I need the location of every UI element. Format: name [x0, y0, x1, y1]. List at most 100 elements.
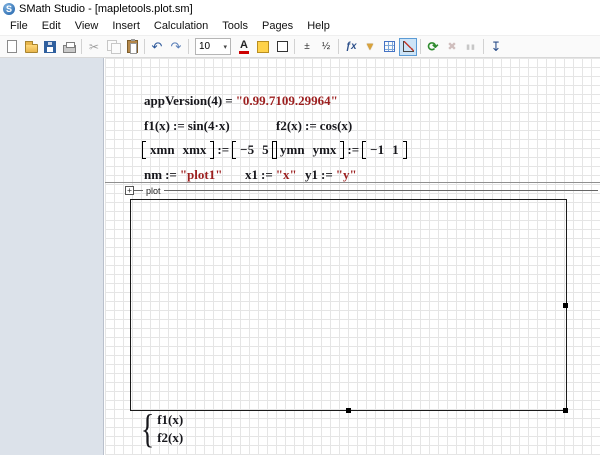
string-value: "x" [276, 167, 297, 183]
menu-help[interactable]: Help [300, 18, 337, 34]
save-button[interactable] [41, 38, 59, 56]
border-button[interactable] [273, 38, 291, 56]
area-separator-line [105, 182, 600, 183]
side-panel[interactable] [0, 58, 104, 455]
expression-rhs: sin(4·x) [188, 118, 230, 134]
toolbar-separator [294, 39, 295, 54]
matrix: xmnxmx [142, 141, 214, 159]
cut-button[interactable]: ✂ [85, 38, 103, 56]
expression-nm[interactable]: nm:="plot1" [144, 167, 222, 183]
redo-button[interactable]: ↷ [167, 38, 185, 56]
menu-calculation[interactable]: Calculation [147, 18, 215, 34]
function-fx-icon: ƒx [345, 41, 356, 52]
assign-operator: := [217, 142, 229, 158]
expression-f2[interactable]: f2(x):=cos(x) [276, 118, 352, 134]
resize-handle-right[interactable] [563, 303, 568, 308]
matrix-cell: xmx [183, 142, 207, 158]
right-bracket [340, 141, 344, 159]
matrix-cell: ymx [313, 142, 337, 158]
assign-operator: := [261, 167, 273, 183]
matrix: −5 5 [232, 141, 276, 159]
equals-operator: = [225, 93, 232, 109]
paste-button[interactable] [123, 38, 141, 56]
expression-plot-system[interactable]: { f1(x) f2(x) [138, 410, 183, 448]
insert-plot-button[interactable] [399, 38, 417, 56]
string-value: "0.99.7109.29964" [236, 93, 338, 109]
toolbar-separator [420, 39, 421, 54]
undo-button[interactable]: ↶ [148, 38, 166, 56]
window-title: SMath Studio - [mapletools.plot.sm] [19, 3, 193, 15]
menubar: File Edit View Insert Calculation Tools … [0, 17, 600, 35]
insert-matrix-button[interactable] [380, 38, 398, 56]
assign-operator: := [321, 167, 333, 183]
toolbar-separator [144, 39, 145, 54]
collapse-plot-button[interactable]: + [125, 186, 134, 195]
expression-rhs: cos(x) [320, 118, 353, 134]
redo-arrow-icon: ↷ [171, 39, 182, 55]
paste-clipboard-icon [127, 40, 138, 53]
menu-tools[interactable]: Tools [215, 18, 255, 34]
open-file-button[interactable] [22, 38, 40, 56]
down-arrow-icon: ↧ [491, 39, 502, 55]
worksheet-canvas[interactable]: appVersion(4)="0.99.7109.29964" f1(x):=s… [105, 58, 600, 455]
system-row-f2: f2(x) [157, 429, 183, 447]
open-folder-icon [25, 44, 38, 53]
expression-y1[interactable]: y1:="y" [305, 167, 357, 183]
system-brace: { [141, 410, 154, 448]
refresh-icon: ⟳ [428, 39, 439, 55]
matrix-cell: 5 [262, 142, 269, 158]
undo-arrow-icon: ↶ [152, 39, 163, 55]
background-color-button[interactable] [254, 38, 272, 56]
expression-f1[interactable]: f1(x):=sin(4·x) [144, 118, 230, 134]
assign-operator: := [347, 142, 359, 158]
menu-insert[interactable]: Insert [105, 18, 147, 34]
chevron-down-icon: ▾ [223, 43, 227, 51]
pause-button[interactable]: ▮▮ [462, 38, 480, 56]
region-line [164, 190, 598, 191]
resize-handle-bottom[interactable] [346, 408, 351, 413]
matrix-cell: −5 [240, 142, 254, 158]
toolbar: ✂ ↶ ↷ 10 ▾ A ± ½ ƒx ▼ ⟳ ✖ ▮▮ ↧ [0, 35, 600, 58]
assign-operator: := [165, 167, 177, 183]
plus-minus-icon: ± [304, 41, 310, 52]
menu-edit[interactable]: Edit [35, 18, 68, 34]
titlebar: S SMath Studio - [mapletools.plot.sm] [0, 0, 600, 17]
app-icon: S [3, 3, 15, 15]
collapsible-region-header: + plot [125, 185, 598, 196]
string-value: "y" [336, 167, 357, 183]
save-floppy-icon [44, 41, 56, 53]
new-document-button[interactable] [3, 38, 21, 56]
copy-button[interactable] [104, 38, 122, 56]
toolbar-separator [81, 39, 82, 54]
expression-xrange[interactable]: xmnxmx := −5 5 [142, 141, 277, 159]
expression-lhs: appVersion(4) [144, 93, 222, 109]
go-to-bottom-button[interactable]: ↧ [487, 38, 505, 56]
system-row-f1: f1(x) [157, 411, 183, 429]
insert-function-button[interactable]: ƒx [342, 38, 360, 56]
expression-appversion[interactable]: appVersion(4)="0.99.7109.29964" [144, 93, 338, 109]
print-button[interactable] [60, 38, 78, 56]
menu-file[interactable]: File [3, 18, 35, 34]
font-size-select[interactable]: 10 ▾ [195, 38, 231, 55]
funnel-icon: ▼ [365, 41, 376, 53]
menu-pages[interactable]: Pages [255, 18, 300, 34]
matrix: −11 [362, 141, 406, 159]
region-label: plot [143, 186, 164, 196]
matrix-cell: ymn [280, 142, 305, 158]
font-color-button[interactable]: A [235, 38, 253, 56]
menu-view[interactable]: View [68, 18, 106, 34]
recalculate-button[interactable]: ⟳ [424, 38, 442, 56]
interrupt-button[interactable]: ✖ [443, 38, 461, 56]
toolbar-separator [188, 39, 189, 54]
resize-handle-corner[interactable] [563, 408, 568, 413]
expression-yrange[interactable]: ymnymx := −11 [272, 141, 407, 159]
plus-minus-button[interactable]: ± [298, 38, 316, 56]
assign-operator: := [305, 118, 317, 134]
fraction-button[interactable]: ½ [317, 38, 335, 56]
expression-lhs: x1 [245, 167, 258, 183]
plot-region[interactable] [130, 199, 567, 411]
right-bracket [403, 141, 407, 159]
matrix-grid-icon [384, 41, 395, 52]
expression-x1[interactable]: x1:="x" [245, 167, 297, 183]
insert-unit-button[interactable]: ▼ [361, 38, 379, 56]
